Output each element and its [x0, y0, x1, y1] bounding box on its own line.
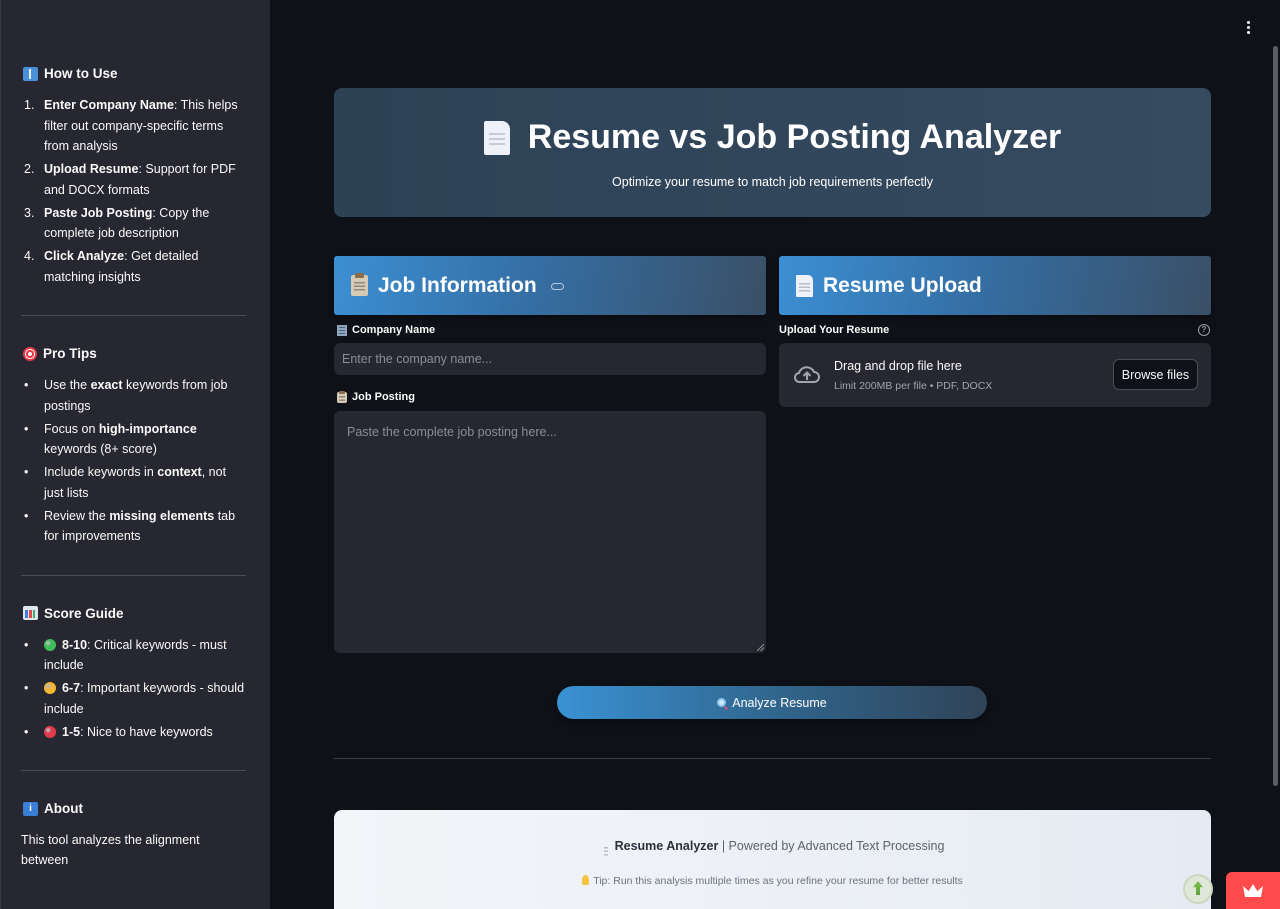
list-item: • Include keywords in context, not just l…: [24, 465, 227, 500]
building-icon: [337, 324, 347, 336]
green-circle-icon: [44, 638, 56, 651]
resize-handle[interactable]: [757, 644, 764, 651]
document-icon: [600, 839, 611, 856]
main-menu-button[interactable]: [1240, 18, 1256, 36]
list-item: • Review the missing elements tab for imp…: [24, 508, 236, 544]
page-subtitle: Optimize your resume to match job requir…: [612, 175, 933, 189]
list-item: • 6-7: Important keywords - should includ…: [24, 681, 245, 716]
analyze-resume-button[interactable]: Analyze Resume: [557, 686, 987, 719]
company-name-input[interactable]: [334, 343, 766, 375]
list-item: • Use the exact keywords from job posting…: [24, 378, 228, 413]
bar-chart-icon: [23, 606, 38, 620]
sidebar: How to Use 1. Enter Company Name: This he…: [0, 0, 270, 909]
how-to-use-list: 1. Enter Company Name: This helps filter …: [21, 95, 248, 287]
score-guide-heading: Score Guide: [21, 606, 248, 621]
about-heading: i About: [21, 801, 248, 816]
footer-card: Resume Analyzer | Powered by Advanced Te…: [334, 810, 1211, 909]
cloud-upload-icon: [793, 366, 820, 383]
footer-tip: Tip: Run this analysis multiple times as…: [334, 875, 1211, 887]
sidebar-divider: [21, 770, 246, 771]
anchor-link-icon[interactable]: [550, 283, 564, 290]
crown-button[interactable]: [1226, 872, 1280, 909]
score-guide-list: • 8-10: Critical keywords - must include …: [21, 635, 248, 743]
target-icon: [23, 346, 37, 361]
yellow-circle-icon: [44, 682, 56, 694]
app-status-icon[interactable]: [1185, 876, 1211, 902]
sidebar-divider: [21, 574, 246, 576]
about-text: This tool analyzes the alignment between: [21, 833, 200, 867]
list-item: • 1-5: Nice to have keywords: [24, 724, 213, 739]
company-name-field: [334, 343, 766, 375]
book-icon: [23, 66, 38, 81]
browse-files-button[interactable]: Browse files: [1113, 359, 1198, 390]
how-to-use-heading: How to Use: [21, 66, 248, 81]
list-item: • Focus on high-importance keywords (8+ s…: [24, 421, 197, 457]
job-posting-textarea[interactable]: [334, 411, 766, 653]
list-item: 4. Click Analyze: Get detailed matching i…: [24, 249, 199, 284]
sidebar-divider: [21, 315, 246, 316]
clipboard-icon: [351, 273, 368, 296]
company-name-label: Company Name: [337, 324, 435, 336]
main-divider: [334, 758, 1211, 759]
footer-credit: Resume Analyzer | Powered by Advanced Te…: [334, 839, 1211, 856]
job-posting-field: [334, 411, 766, 653]
magnifier-icon: [717, 698, 727, 707]
document-icon: [796, 274, 813, 297]
red-circle-icon: [44, 725, 56, 738]
list-item: 3. Paste Job Posting: Copy the complete j…: [24, 205, 210, 241]
list-item: • 8-10: Critical keywords - must include: [24, 637, 227, 673]
list-item: 2. Upload Resume: Support for PDF and DOC…: [24, 162, 236, 197]
dropzone-limit: Limit 200MB per file • PDF, DOCX: [834, 380, 993, 392]
job-information-header: Job Information: [334, 256, 766, 315]
resume-upload-header: Resume Upload: [779, 256, 1211, 315]
info-icon: i: [23, 801, 38, 816]
dropzone-title: Drag and drop file here: [834, 359, 962, 373]
kebab-menu-icon: [1246, 20, 1250, 24]
job-posting-label: Job Posting: [337, 390, 415, 403]
page-title: Resume vs Job Posting Analyzer: [334, 118, 1211, 157]
hero-banner: Resume vs Job Posting Analyzer Optimize …: [334, 88, 1211, 217]
lightbulb-icon: [582, 875, 590, 885]
clipboard-icon: [337, 390, 347, 403]
document-icon: [483, 120, 510, 155]
list-item: 1. Enter Company Name: This helps filter …: [24, 98, 238, 153]
help-icon[interactable]: ?: [1198, 324, 1210, 336]
pro-tips-list: • Use the exact keywords from job posting…: [21, 375, 248, 547]
upload-resume-label: Upload Your Resume: [779, 324, 890, 336]
file-dropzone[interactable]: Drag and drop file here Limit 200MB per …: [779, 343, 1211, 407]
pro-tips-heading: Pro Tips: [21, 346, 248, 361]
scrollbar[interactable]: [1273, 46, 1278, 786]
